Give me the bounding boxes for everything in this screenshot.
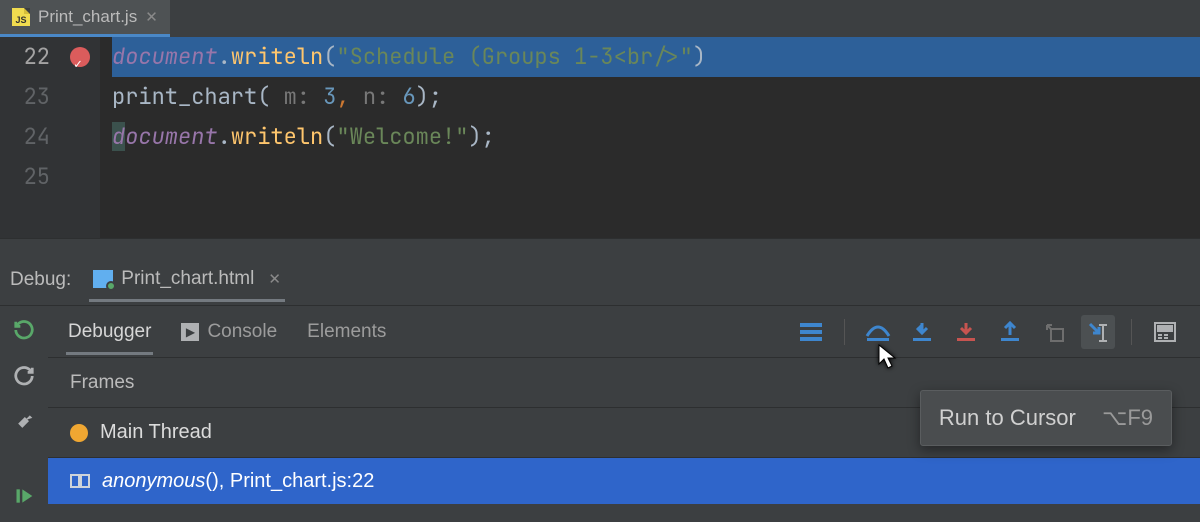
editor-gutter[interactable]: 22 23 24 25 bbox=[0, 37, 100, 238]
tab-console[interactable]: ▶ Console bbox=[179, 309, 279, 355]
thread-name: Main Thread bbox=[100, 421, 212, 444]
debug-label: Debug: bbox=[10, 269, 71, 291]
console-icon: ▶ bbox=[181, 323, 199, 341]
editor-tab-title: Print_chart.js bbox=[38, 7, 137, 27]
close-icon[interactable]: ✕ bbox=[268, 270, 281, 288]
step-over-button[interactable] bbox=[861, 315, 895, 349]
stack-frame-icon bbox=[70, 474, 90, 488]
frame-location: , Print_chart.js:22 bbox=[219, 470, 375, 492]
update-button[interactable] bbox=[10, 362, 38, 390]
step-into-button[interactable] bbox=[905, 315, 939, 349]
breakpoint-icon[interactable] bbox=[70, 47, 90, 67]
html-file-icon bbox=[93, 270, 113, 288]
force-step-into-button[interactable] bbox=[949, 315, 983, 349]
code-editor[interactable]: 22 23 24 25 document.writeln("Schedule (… bbox=[0, 37, 1200, 238]
line-number[interactable]: 25 bbox=[0, 157, 50, 197]
threads-icon[interactable] bbox=[794, 315, 828, 349]
code-line[interactable] bbox=[112, 157, 1200, 197]
editor-tab[interactable]: JS Print_chart.js ✕ bbox=[0, 0, 170, 37]
editor-tab-bar: JS Print_chart.js ✕ bbox=[0, 0, 1200, 37]
frame-function: anonymous bbox=[102, 470, 205, 492]
run-to-cursor-button[interactable] bbox=[1081, 315, 1115, 349]
tooltip-text: Run to Cursor bbox=[939, 405, 1076, 430]
code-line[interactable]: document.writeln("Schedule (Groups 1-3<b… bbox=[112, 37, 1200, 77]
js-file-icon: JS bbox=[12, 8, 30, 26]
step-out-button[interactable] bbox=[993, 315, 1027, 349]
tab-debugger[interactable]: Debugger bbox=[66, 309, 153, 355]
code-line[interactable]: document.writeln("Welcome!"); bbox=[112, 117, 1200, 157]
code-area[interactable]: document.writeln("Schedule (Groups 1-3<b… bbox=[100, 37, 1200, 238]
debug-panel-header: Debug: Print_chart.html ✕ bbox=[0, 254, 1200, 306]
code-line[interactable]: print_chart( m: 3, n: 6); bbox=[112, 77, 1200, 117]
resume-button[interactable] bbox=[10, 482, 38, 510]
drop-frame-button[interactable] bbox=[1037, 315, 1071, 349]
debug-tabs: Debugger ▶ Console Elements bbox=[48, 306, 1200, 358]
evaluate-expression-button[interactable] bbox=[1148, 315, 1182, 349]
tooltip-shortcut: ⌥F9 bbox=[1102, 405, 1153, 430]
line-number[interactable]: 23 bbox=[0, 77, 50, 117]
line-number[interactable]: 22 bbox=[0, 37, 50, 77]
step-toolbar bbox=[794, 315, 1182, 349]
tab-elements[interactable]: Elements bbox=[305, 309, 388, 355]
line-number[interactable]: 24 bbox=[0, 117, 50, 157]
debug-side-toolbar bbox=[0, 306, 48, 522]
rerun-button[interactable] bbox=[10, 316, 38, 344]
tooltip: Run to Cursor ⌥F9 bbox=[920, 390, 1172, 446]
settings-button[interactable] bbox=[10, 408, 38, 436]
debug-session-title: Print_chart.html bbox=[121, 268, 254, 290]
thread-status-icon bbox=[70, 424, 88, 442]
panel-divider[interactable] bbox=[0, 238, 1200, 254]
stack-frame[interactable]: anonymous(), Print_chart.js:22 bbox=[48, 458, 1200, 504]
debug-session-tab[interactable]: Print_chart.html ✕ bbox=[89, 258, 285, 302]
close-icon[interactable]: ✕ bbox=[145, 8, 158, 26]
